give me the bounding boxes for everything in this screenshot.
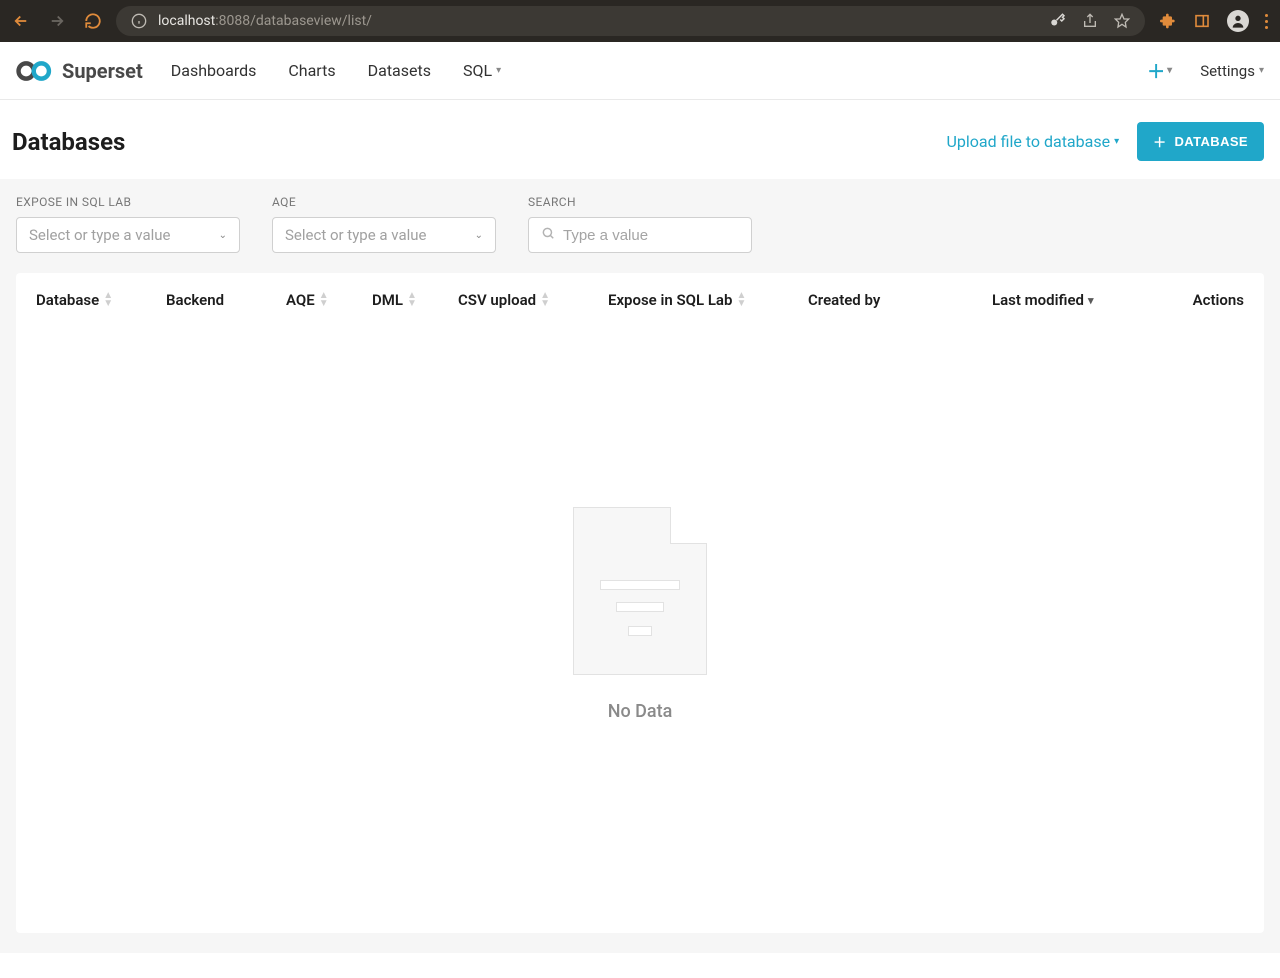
nav-sql[interactable]: SQL ▾ (463, 61, 501, 80)
select-placeholder: Select or type a value (285, 226, 426, 244)
filter-aqe-select[interactable]: Select or type a value ⌄ (272, 217, 496, 253)
col-expose-label: Expose in SQL Lab (608, 291, 732, 309)
upload-file-link[interactable]: Upload file to database ▾ (947, 132, 1120, 151)
table-header-row: Database▲▼ Backend AQE▲▼ DML▲▼ CSV uploa… (16, 273, 1264, 327)
col-created-label: Created by (808, 291, 880, 309)
col-aqe-label: AQE (286, 291, 315, 309)
header-actions: Upload file to database ▾ ＋ DATABASE (947, 122, 1264, 161)
chevron-down-icon: ⌄ (475, 230, 483, 241)
superset-logo-icon (16, 60, 54, 82)
filter-expose-label: EXPOSE IN SQL LAB (16, 195, 240, 209)
search-icon (541, 226, 555, 244)
col-modified-label: Last modified (992, 291, 1084, 309)
back-icon[interactable] (12, 12, 30, 30)
search-input[interactable] (563, 227, 739, 244)
settings-label: Settings (1200, 62, 1255, 80)
filter-bar: EXPOSE IN SQL LAB Select or type a value… (0, 179, 1280, 273)
app-nav: Superset Dashboards Charts Datasets SQL ▾… (0, 42, 1280, 100)
col-last-modified[interactable]: Last modified ▾ (992, 291, 1172, 309)
col-aqe[interactable]: AQE▲▼ (286, 291, 372, 309)
sort-icon: ▲▼ (407, 292, 417, 308)
filter-expose-sql: EXPOSE IN SQL LAB Select or type a value… (16, 195, 240, 253)
nav-dashboards-label: Dashboards (171, 61, 257, 80)
col-dml-label: DML (372, 291, 403, 309)
site-info-icon[interactable] (130, 12, 148, 30)
col-backend-label: Backend (166, 291, 224, 309)
sort-desc-icon: ▾ (1088, 294, 1094, 307)
main-nav-links: Dashboards Charts Datasets SQL ▾ (171, 61, 501, 80)
col-actions-label: Actions (1193, 291, 1244, 309)
sort-icon: ▲▼ (103, 292, 113, 308)
profile-avatar[interactable] (1227, 10, 1249, 32)
col-database-label: Database (36, 291, 99, 309)
nav-datasets-label: Datasets (368, 61, 431, 80)
chevron-down-icon: ▾ (1259, 65, 1264, 76)
add-database-button[interactable]: ＋ DATABASE (1137, 122, 1264, 161)
kebab-menu-icon[interactable] (1265, 14, 1268, 29)
sort-icon: ▲▼ (540, 292, 550, 308)
col-backend: Backend (166, 291, 286, 309)
browser-chrome: localhost:8088/databaseview/list/ (0, 0, 1280, 42)
key-icon[interactable] (1049, 12, 1067, 30)
empty-state-text: No Data (608, 701, 673, 722)
col-dml[interactable]: DML▲▼ (372, 291, 458, 309)
page-header: Databases Upload file to database ▾ ＋ DA… (0, 100, 1280, 179)
url-host: localhost (158, 13, 215, 29)
nav-right: ＋▾ Settings▾ (1147, 58, 1264, 84)
chevron-down-icon: ▾ (496, 65, 501, 76)
chevron-down-icon: ▾ (1167, 65, 1172, 76)
brand-name: Superset (62, 59, 143, 83)
col-created-by: Created by (808, 291, 992, 309)
col-csv-upload[interactable]: CSV upload▲▼ (458, 291, 608, 309)
nav-charts[interactable]: Charts (288, 61, 335, 80)
page-title: Databases (12, 128, 125, 156)
panel-icon[interactable] (1193, 12, 1211, 30)
sort-icon: ▲▼ (736, 292, 746, 308)
share-icon[interactable] (1081, 12, 1099, 30)
settings-menu[interactable]: Settings ▾ (1200, 62, 1264, 80)
content-area: Database▲▼ Backend AQE▲▼ DML▲▼ CSV uploa… (0, 273, 1280, 953)
col-csv-label: CSV upload (458, 291, 536, 309)
nav-datasets[interactable]: Datasets (368, 61, 431, 80)
extensions-icon[interactable] (1159, 12, 1177, 30)
empty-document-icon (573, 507, 707, 675)
filter-search: SEARCH (528, 195, 752, 253)
filter-search-box[interactable] (528, 217, 752, 253)
browser-nav-controls (12, 12, 102, 30)
col-actions: Actions (1193, 291, 1244, 309)
filter-expose-select[interactable]: Select or type a value ⌄ (16, 217, 240, 253)
forward-icon[interactable] (48, 12, 66, 30)
select-placeholder: Select or type a value (29, 226, 170, 244)
col-expose-sql-lab[interactable]: Expose in SQL Lab▲▼ (608, 291, 808, 309)
brand-logo[interactable]: Superset (16, 59, 143, 83)
nav-dashboards[interactable]: Dashboards (171, 61, 257, 80)
filter-aqe: AQE Select or type a value ⌄ (272, 195, 496, 253)
add-database-label: DATABASE (1175, 134, 1249, 149)
plus-icon: ＋ (1153, 132, 1166, 151)
filter-aqe-label: AQE (272, 195, 496, 209)
url-text: localhost:8088/databaseview/list/ (158, 13, 372, 29)
col-database[interactable]: Database▲▼ (36, 291, 166, 309)
reload-icon[interactable] (84, 12, 102, 30)
upload-file-label: Upload file to database (947, 132, 1111, 151)
empty-state: No Data (16, 327, 1264, 722)
url-path: :8088/databaseview/list/ (215, 13, 372, 29)
nav-sql-label: SQL (463, 61, 492, 80)
star-icon[interactable] (1113, 12, 1131, 30)
chevron-down-icon: ⌄ (219, 230, 227, 241)
database-list-panel: Database▲▼ Backend AQE▲▼ DML▲▼ CSV uploa… (16, 273, 1264, 933)
plus-icon: ＋ (1147, 58, 1165, 84)
filter-search-label: SEARCH (528, 195, 752, 209)
add-new-button[interactable]: ＋▾ (1147, 58, 1172, 84)
url-bar[interactable]: localhost:8088/databaseview/list/ (116, 6, 1145, 36)
chevron-down-icon: ▾ (1114, 136, 1119, 147)
nav-charts-label: Charts (288, 61, 335, 80)
browser-right-controls (1159, 10, 1268, 32)
sort-icon: ▲▼ (319, 292, 329, 308)
